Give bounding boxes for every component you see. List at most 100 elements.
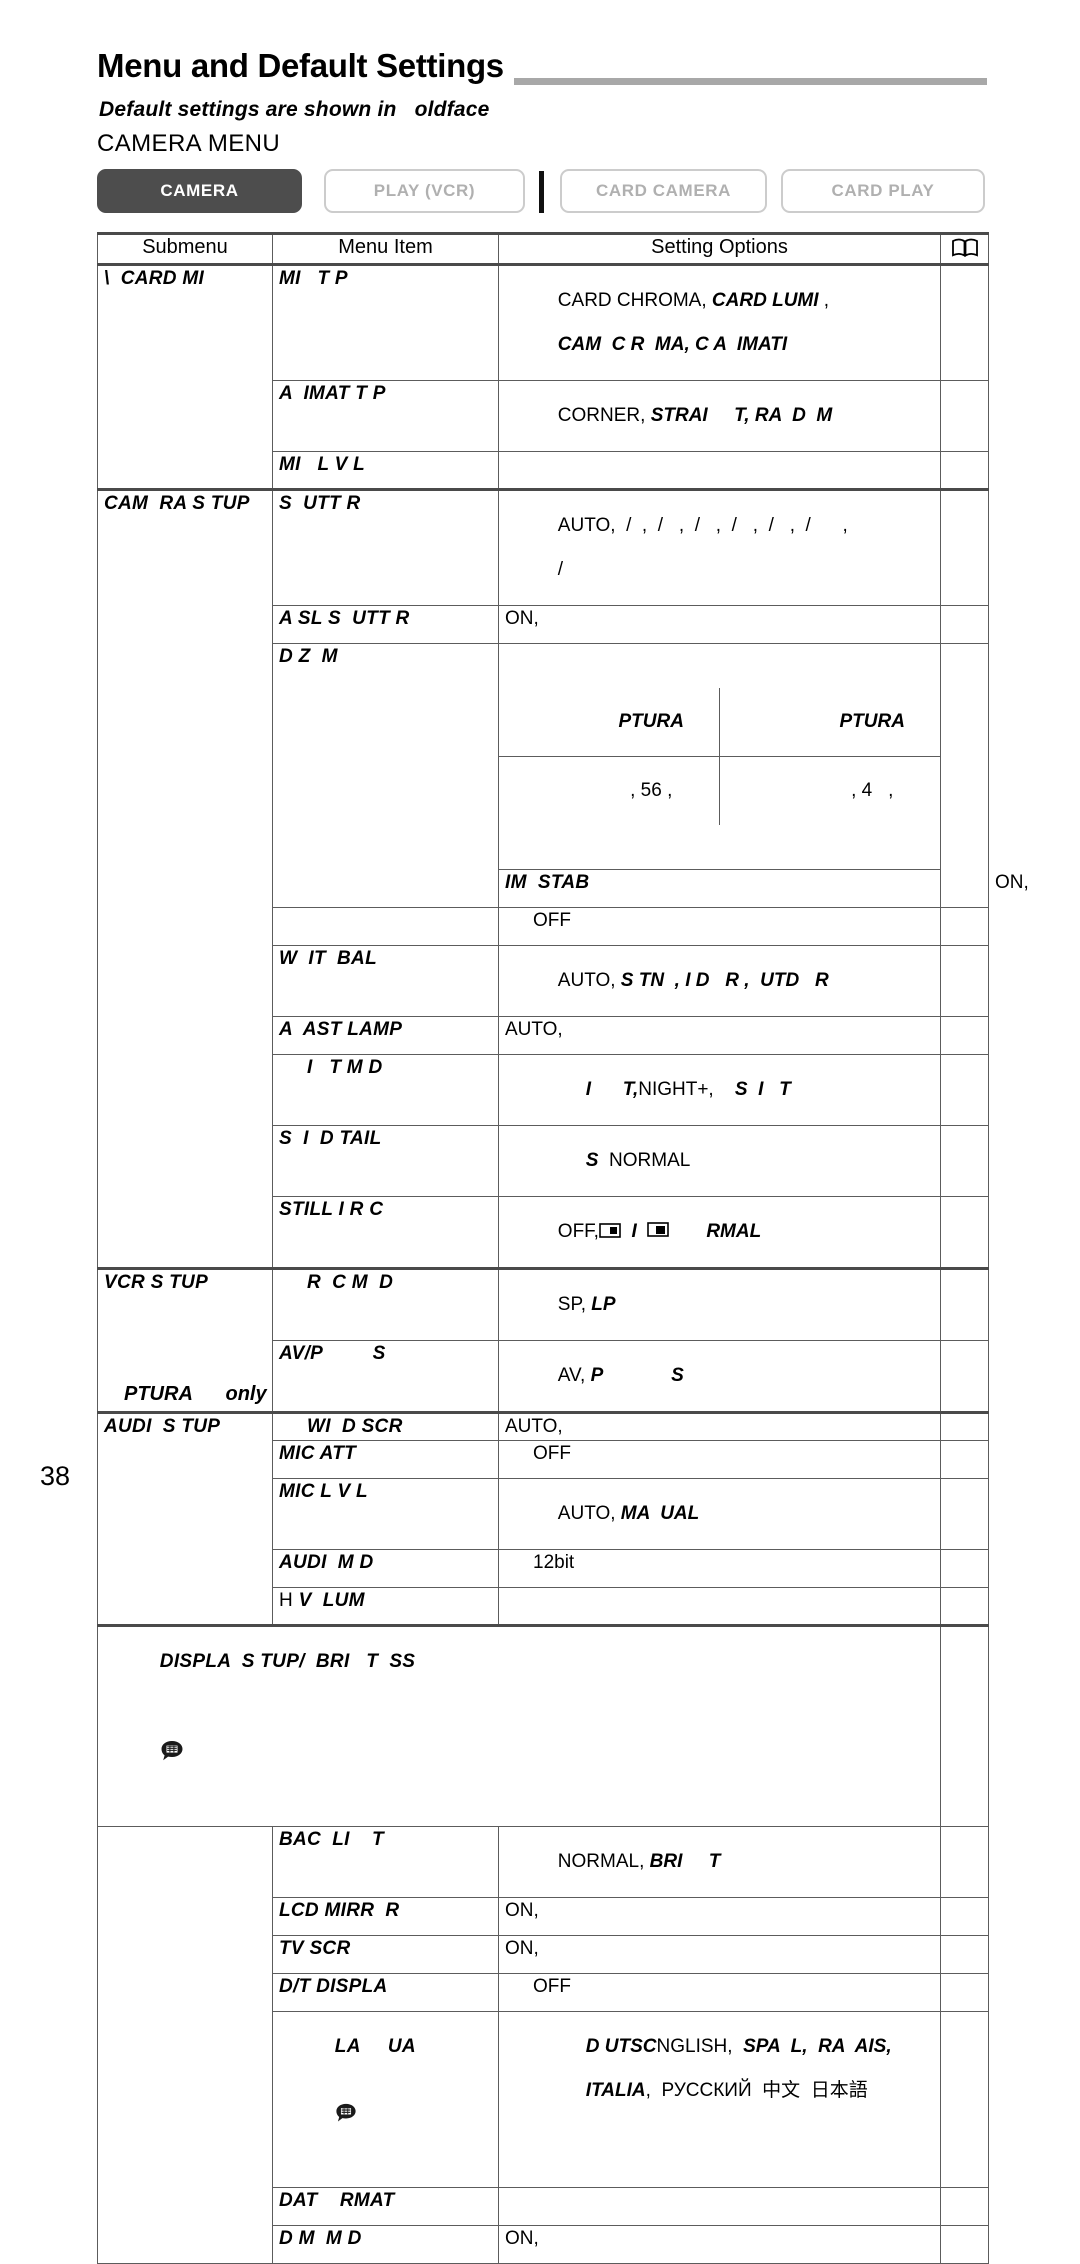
cell-setting: ON, <box>498 605 941 644</box>
cell-setting <box>498 451 941 490</box>
cell-setting: AV, P S <box>498 1340 941 1413</box>
setting-bold: BRI T <box>649 1851 721 1872</box>
split-right-header: PTURA <box>839 711 905 732</box>
tab-card-play[interactable]: CARD PLAY <box>781 169 985 213</box>
cell-menu-item: D/T DISPLA <box>272 1973 499 2012</box>
header-menu-item: Menu Item <box>272 232 499 266</box>
setting-bold: MA UAL <box>620 1503 700 1524</box>
table-row: AUDI S TUP WI D SCR AUTO, <box>97 1411 989 1626</box>
cell-setting: OFF, I RMAL <box>498 1196 941 1269</box>
settings-table: Submenu Menu Item Setting Options \ CARD… <box>97 232 1029 2264</box>
cell-reference <box>940 1935 989 1974</box>
cell-reference <box>940 1587 989 1626</box>
cell-setting: 12bit <box>498 1549 941 1588</box>
card-large-icon <box>647 1222 670 1239</box>
tab-card-camera-label: CARD CAMERA <box>595 181 732 200</box>
cell-menu-item: R C M D <box>272 1267 499 1341</box>
cell-reference <box>940 1411 989 1441</box>
tab-camera[interactable]: CAMERA <box>97 169 302 213</box>
cell-menu-item: W IT BAL <box>272 945 499 1017</box>
cell-setting-split: PTURA PTURA , 56 , , 4 , <box>498 643 941 870</box>
cell-reference <box>940 1973 989 2012</box>
cell-setting: OFF <box>498 907 941 946</box>
lang-bold-4: ITALIA <box>585 2080 646 2101</box>
cell-reference <box>940 1826 989 1898</box>
header-reference <box>940 232 989 266</box>
table-row: VCR S TUP R C M D SP, LP <box>97 1267 989 1413</box>
lang-bold-1: D UTSC <box>585 2036 657 2057</box>
menu-heading: CAMERA MENU <box>97 130 281 157</box>
cell-menu-item: A IMAT T P <box>272 380 499 452</box>
cell-reference <box>940 907 989 946</box>
cell-setting: ON, <box>498 1897 941 1936</box>
split-left-header: PTURA <box>618 711 684 732</box>
split-right-value: , 4 , <box>851 780 894 801</box>
lang-bold-2 <box>733 2036 744 2057</box>
cell-setting: OFF <box>498 1440 941 1479</box>
cell-setting: CARD CHROMA, CARD LUMI , CAM C R MA, C A… <box>498 263 941 381</box>
cell-reference <box>940 1016 989 1055</box>
cell-setting: AUTO, / , / , / , / , / , / , / <box>498 488 941 606</box>
cell-reference <box>940 1125 989 1197</box>
book-icon <box>951 238 978 258</box>
cell-menu-item: MIC L V L <box>272 1478 499 1550</box>
cell-reference <box>940 605 989 644</box>
page-number: 38 <box>40 1461 71 1491</box>
setting-bold: P S <box>590 1365 684 1386</box>
setting-line-1: AUTO, / , / , / , / , / , / , <box>557 515 848 536</box>
cell-menu-item <box>272 907 499 946</box>
cell-reference <box>940 2011 989 2188</box>
cell-setting: SP, LP <box>498 1267 941 1341</box>
setting-plain: AUTO <box>557 970 611 991</box>
cell-menu-item: BAC LI T <box>272 1826 499 1898</box>
cell-setting: OFF <box>498 1973 941 2012</box>
setting-plain: AV <box>557 1365 580 1386</box>
cell-setting: ON, <box>498 2225 941 2264</box>
cell-menu-item: STILL I R C <box>272 1196 499 1269</box>
cell-reference <box>940 1196 989 1269</box>
cell-reference <box>940 380 989 452</box>
cell-reference <box>940 451 989 490</box>
cell-menu-item: I T M D <box>272 1054 499 1126</box>
cell-setting: ON, <box>498 1935 941 1974</box>
setting-plain: NORMAL <box>557 1851 640 1872</box>
cell-menu-item: MIC ATT <box>272 1440 499 1479</box>
cell-menu-item: TV SCR <box>272 1935 499 1974</box>
setting-plain: SP <box>557 1294 581 1315</box>
cell-setting: AUTO, S TN , I D R , UTD R <box>498 945 941 1017</box>
tab-card-camera[interactable]: CARD CAMERA <box>560 169 767 213</box>
cell-submenu: CAM RA S TUP <box>97 488 273 1269</box>
cell-submenu-fullspan: DISPLA S TUP/ BRI T SS <box>97 1624 941 1827</box>
tab-play-vcr[interactable]: PLAY (VCR) <box>324 169 525 213</box>
cell-reference <box>940 1549 989 1588</box>
lang-bold-3: SPA L, RA AIS, <box>743 2036 892 2057</box>
setting-bold: STRAI T, RA D M <box>650 405 833 426</box>
table-row: \ CARD MI MI T P CARD CHROMA, CARD LUMI … <box>97 263 989 490</box>
tab-camera-label: CAMERA <box>160 181 239 200</box>
cell-reference <box>940 1440 989 1479</box>
setting-bold: S TN , I D R , UTD R <box>620 970 829 991</box>
cell-submenu: \ CARD MI <box>97 263 273 490</box>
lang-plain-1: NGLISH, <box>656 2036 733 2057</box>
cell-setting: CORNER, STRAI T, RA D M <box>498 380 941 452</box>
cell-setting: AUTO, <box>498 1411 941 1441</box>
cell-menu-item: A AST LAMP <box>272 1016 499 1055</box>
cell-menu-item-text: LA UA <box>334 2036 416 2057</box>
cell-submenu-text: DISPLA S TUP/ BRI T SS <box>159 1651 416 1672</box>
setting-bold: LP <box>591 1294 616 1315</box>
cell-menu-item: D Z M <box>272 643 499 908</box>
setting-line-2: / <box>557 559 564 580</box>
tab-play-vcr-label: PLAY (VCR) <box>373 181 476 200</box>
cell-menu-item: H V LUM <box>272 1587 499 1626</box>
table-header-row: Submenu Menu Item Setting Options <box>97 232 989 266</box>
setting-plain: AUTO <box>557 1503 611 1524</box>
cell-menu-item: LCD MIRR R <box>272 1897 499 1936</box>
cell-reference <box>940 1897 989 1936</box>
cell-menu-item: AV/P S <box>272 1340 499 1413</box>
cell-reference <box>940 1624 989 1827</box>
cell-setting: AUTO, <box>498 1016 941 1055</box>
cell-menu-item: WI D SCR <box>272 1411 499 1441</box>
card-small-icon <box>599 1222 621 1239</box>
header-setting-options: Setting Options <box>498 232 941 266</box>
cell-menu-item-text: V LUM <box>298 1590 365 1611</box>
